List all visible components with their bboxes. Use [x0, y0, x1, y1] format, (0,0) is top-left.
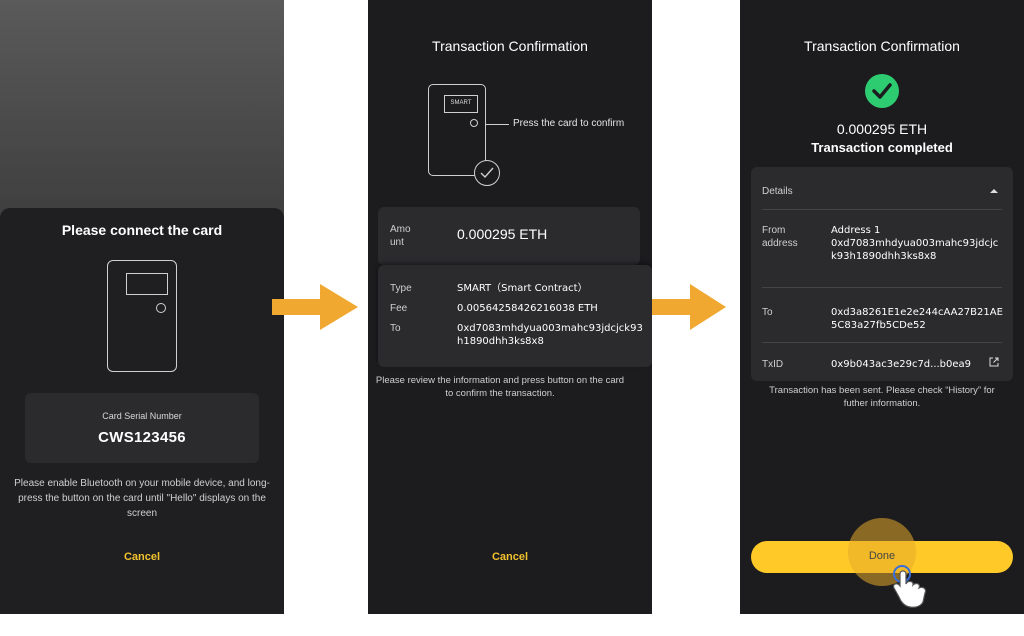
transaction-confirmation-screen: Transaction Confirmation SMART Press the…	[368, 0, 652, 614]
cancel-button[interactable]: Cancel	[368, 551, 652, 563]
txid-value[interactable]: 0x9b043ac3e29c7d...b0ea9	[831, 358, 1003, 371]
card-display: SMART	[444, 95, 478, 113]
divider	[762, 342, 1002, 343]
from-address: 0xd7083mhdyua003mahc93jdcjck93h1890dhh3k…	[831, 238, 999, 262]
txid-key: TxID	[762, 359, 784, 370]
press-card-label: Press the card to confirm	[513, 118, 625, 129]
sheet-title: Please connect the card	[61, 222, 223, 238]
arrow-right-icon	[652, 284, 726, 330]
external-link-icon[interactable]	[989, 357, 999, 367]
review-instruction: Please review the information and press …	[375, 375, 625, 399]
serial-number-box: Card Serial Number CWS123456	[25, 393, 259, 463]
amount-label: Amo unt	[390, 224, 411, 248]
serial-value: CWS123456	[98, 429, 186, 446]
to-key: To	[762, 307, 773, 318]
arrow-right-icon	[272, 284, 358, 330]
divider	[762, 209, 1002, 210]
check-icon	[480, 167, 494, 179]
to-value: 0xd7083mhdyua003mahc93jdcjck93h1890dhh3k…	[457, 323, 643, 347]
details-panel: Details From address Address 1 0xd7083mh…	[751, 167, 1013, 381]
check-circle-icon	[474, 160, 500, 186]
status-text: Transaction completed	[811, 140, 953, 155]
card-display-icon	[126, 273, 168, 295]
from-key: From address	[762, 225, 798, 249]
done-label: Done	[868, 550, 896, 562]
card-display-text: SMART	[450, 100, 472, 106]
connect-card-sheet: Please connect the card Card Serial Numb…	[0, 208, 284, 614]
type-value: SMART（Smart Contract）	[457, 283, 588, 294]
check-icon	[872, 83, 892, 99]
to-address: 0xd3a8261E1e2e244cAA27B21AE5C83a27fb5CDe…	[831, 307, 1003, 331]
callout-line	[485, 124, 509, 125]
hand-tap-icon	[892, 565, 927, 608]
details-label: Details	[762, 186, 793, 197]
cancel-button[interactable]: Cancel	[0, 551, 284, 563]
card-button-icon	[470, 119, 478, 127]
to-key: To	[390, 323, 401, 334]
bluetooth-instruction: Please enable Bluetooth on your mobile d…	[14, 478, 270, 519]
page-title: Transaction Confirmation	[804, 38, 960, 54]
amount-box: Amo unt 0.000295 ETH	[378, 207, 640, 265]
transaction-completed-screen: Transaction Confirmation 0.000295 ETH Tr…	[740, 0, 1024, 614]
card-device-icon	[107, 260, 177, 372]
from-name: Address 1	[831, 225, 881, 236]
type-key: Type	[390, 283, 412, 294]
page-title: Transaction Confirmation	[432, 38, 588, 54]
card-button-icon	[156, 303, 166, 313]
transaction-details: Type SMART（Smart Contract） Fee 0.0056425…	[378, 265, 652, 367]
caret-up-icon[interactable]	[990, 189, 998, 193]
fee-value: 0.00564258426216038 ETH	[457, 303, 598, 314]
completed-amount: 0.000295 ETH	[836, 121, 928, 137]
fee-key: Fee	[390, 303, 408, 314]
amount-value: 0.000295 ETH	[457, 226, 548, 242]
serial-label: Card Serial Number	[102, 411, 182, 421]
sent-note: Transaction has been sent. Please check …	[769, 385, 995, 409]
divider	[762, 287, 1002, 288]
check-circle-icon	[865, 74, 899, 108]
connect-card-screen: Please connect the card Card Serial Numb…	[0, 0, 284, 614]
